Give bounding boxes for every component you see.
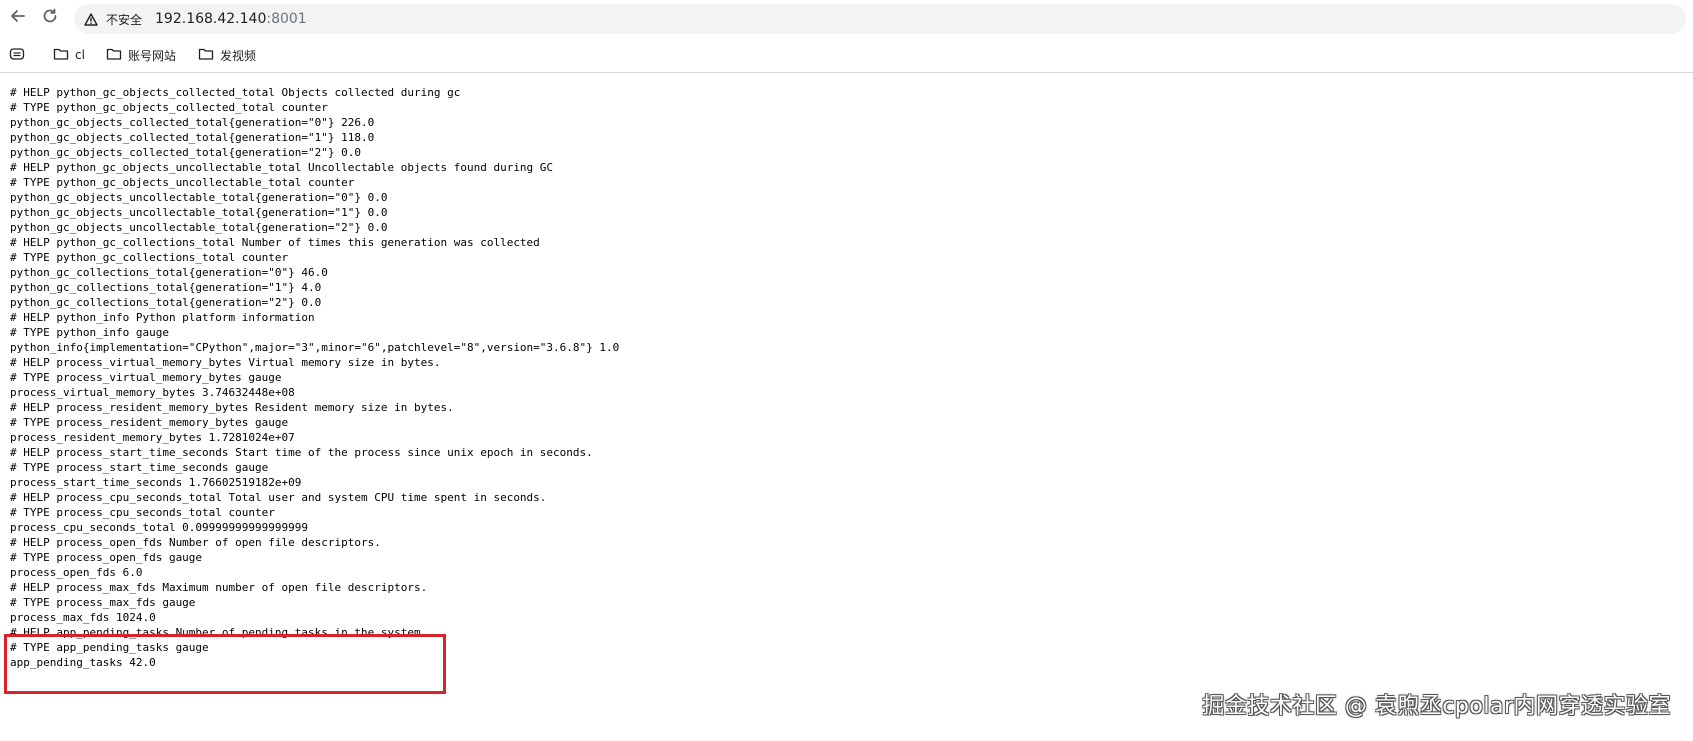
folder-icon (106, 47, 122, 64)
metric-comment-line: # HELP process_virtual_memory_bytes Virt… (10, 356, 441, 369)
metric-value-line: python_gc_objects_uncollectable_total{ge… (10, 191, 388, 204)
address-bar-row: 不安全 192.168.42.140:8001 (0, 0, 1693, 36)
apps-icon (9, 47, 25, 64)
metric-value-line: python_gc_collections_total{generation="… (10, 266, 328, 279)
bookmark-account-sites[interactable]: 账号网站 (106, 45, 176, 65)
folder-icon (198, 47, 214, 64)
reload-button[interactable] (36, 4, 64, 32)
bookmark-label: 账号网站 (128, 48, 177, 63)
watermark-text: 掘金技术社区 @ 袁煦丞cpolar内网穿透实验室 (1202, 694, 1671, 719)
bookmark-label: cl (75, 48, 85, 62)
folder-icon (53, 47, 69, 64)
security-status-label[interactable]: 不安全 (106, 11, 142, 28)
metric-value-line: process_resident_memory_bytes 1.7281024e… (10, 431, 295, 444)
metric-comment-line: # TYPE process_max_fds gauge (10, 596, 196, 609)
metric-value-line: python_gc_objects_uncollectable_total{ge… (10, 206, 388, 219)
metric-comment-line: # HELP python_gc_collections_total Numbe… (10, 236, 540, 249)
metric-comment-line: # HELP process_cpu_seconds_total Total u… (10, 491, 547, 504)
bookmark-cl[interactable]: cl (53, 45, 85, 65)
metric-value-line: python_gc_objects_collected_total{genera… (10, 131, 375, 144)
metric-comment-line: # HELP process_resident_memory_bytes Res… (10, 401, 454, 414)
metric-comment-line: # HELP python_info Python platform infor… (10, 311, 315, 324)
metric-comment-line: # TYPE python_gc_collections_total count… (10, 251, 289, 264)
metric-value-line: python_gc_objects_uncollectable_total{ge… (10, 221, 388, 234)
metric-comment-line: # HELP python_gc_objects_collected_total… (10, 86, 461, 99)
metric-value-line: process_max_fds 1024.0 (10, 611, 156, 624)
bookmarks-bar: cl 账号网站 发视频 (0, 40, 1693, 68)
browser-chrome: 不安全 192.168.42.140:8001 cl 账号网站 发视频 (0, 0, 1693, 73)
metric-value-line: python_gc_collections_total{generation="… (10, 296, 322, 309)
highlight-annotation-box (4, 634, 446, 694)
address-bar[interactable]: 不安全 192.168.42.140:8001 (74, 4, 1686, 34)
metric-comment-line: # TYPE python_gc_objects_uncollectable_t… (10, 176, 355, 189)
metric-comment-line: # TYPE python_gc_objects_collected_total… (10, 101, 328, 114)
back-arrow-icon (9, 7, 27, 29)
metric-value-line: python_gc_objects_collected_total{genera… (10, 116, 375, 129)
metric-comment-line: # HELP python_gc_objects_uncollectable_t… (10, 161, 554, 174)
bookmark-label: 发视频 (220, 48, 257, 63)
back-button[interactable] (4, 4, 32, 32)
metric-comment-line: # TYPE process_virtual_memory_bytes gaug… (10, 371, 282, 384)
metric-value-line: python_info{implementation="CPython",maj… (10, 341, 620, 354)
metric-comment-line: # HELP process_max_fds Maximum number of… (10, 581, 428, 594)
metric-comment-line: # TYPE process_resident_memory_bytes gau… (10, 416, 289, 429)
metric-comment-line: # HELP process_start_time_seconds Start … (10, 446, 593, 459)
metric-comment-line: # TYPE process_open_fds gauge (10, 551, 203, 564)
metric-value-line: process_start_time_seconds 1.76602519182… (10, 476, 302, 489)
metric-comment-line: # HELP process_open_fds Number of open f… (10, 536, 381, 549)
url-port[interactable]: :8001 (266, 11, 306, 27)
metric-value-line: process_open_fds 6.0 (10, 566, 143, 579)
metric-comment-line: # TYPE process_cpu_seconds_total counter (10, 506, 275, 519)
metric-value-line: python_gc_objects_collected_total{genera… (10, 146, 361, 159)
metric-comment-line: # TYPE python_info gauge (10, 326, 169, 339)
metric-value-line: process_cpu_seconds_total 0.099999999999… (10, 521, 309, 534)
apps-button[interactable] (9, 45, 25, 65)
metrics-text: # HELP python_gc_objects_collected_total… (10, 85, 619, 670)
metric-comment-line: # TYPE process_start_time_seconds gauge (10, 461, 269, 474)
metric-value-line: python_gc_collections_total{generation="… (10, 281, 322, 294)
metric-value-line: process_virtual_memory_bytes 3.74632448e… (10, 386, 295, 399)
url-host[interactable]: 192.168.42.140 (155, 11, 266, 27)
reload-icon (41, 7, 59, 29)
warning-triangle-icon[interactable] (84, 12, 98, 26)
bookmark-videos[interactable]: 发视频 (198, 45, 256, 65)
